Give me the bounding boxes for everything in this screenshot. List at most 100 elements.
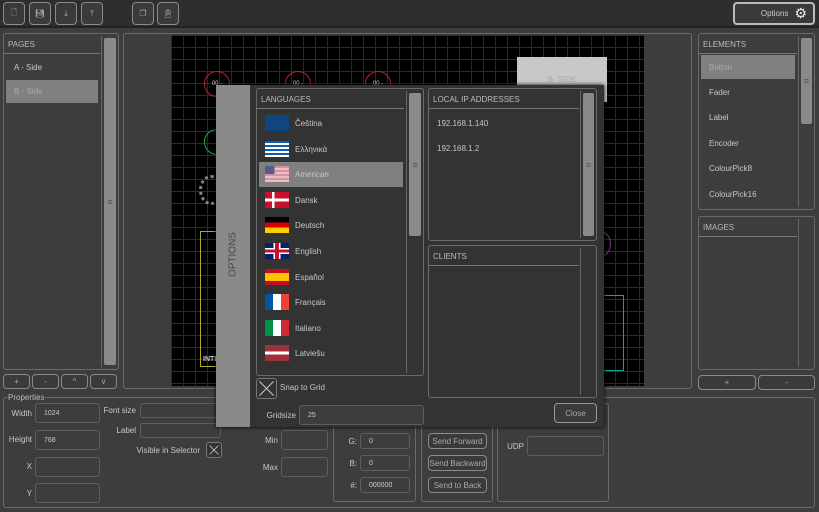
flag-icon <box>265 115 289 131</box>
element-item[interactable]: Label <box>701 106 795 129</box>
udp-label: UDP <box>507 442 524 451</box>
properties-title: Properties <box>7 393 46 402</box>
export-button[interactable]: ⤒ <box>81 2 103 25</box>
flag-icon <box>265 268 289 285</box>
pages-header: PAGES <box>4 34 100 54</box>
max-label: Max <box>262 463 278 472</box>
save-button[interactable]: 💾︎ <box>29 2 51 25</box>
b-input[interactable]: 0 <box>360 455 410 471</box>
elements-scrollbar[interactable]: ≡ <box>798 36 814 207</box>
language-item[interactable]: Italiano <box>259 316 403 341</box>
flag-icon <box>265 217 289 234</box>
flag-icon <box>265 191 289 208</box>
fontsize-input[interactable] <box>140 403 221 418</box>
g-label: G: <box>348 437 357 446</box>
snap-to-grid-label: Snap to Grid <box>280 383 325 392</box>
language-item[interactable]: Čeština <box>259 111 403 136</box>
languages-header: LANGUAGES <box>257 89 404 109</box>
import-button[interactable]: ⤓ <box>55 2 77 25</box>
x-label: X <box>26 462 32 471</box>
send-forward-button[interactable]: Send Forward <box>428 433 487 449</box>
element-item[interactable]: ColourPick16 <box>701 183 795 206</box>
flag-icon <box>265 243 289 259</box>
language-item[interactable]: Deutsch <box>259 213 403 238</box>
y-input[interactable] <box>35 483 100 503</box>
page-item[interactable]: A - Side <box>6 56 98 79</box>
clients-scrollbar[interactable] <box>580 248 596 395</box>
import-icon: ⤓ <box>64 8 68 18</box>
elements-header: ELEMENTS <box>699 34 797 54</box>
remove-image-button[interactable]: - <box>758 375 815 390</box>
add-page-button[interactable]: + <box>3 374 30 389</box>
options-side-tab[interactable]: OPTIONS <box>216 85 250 427</box>
new-file-button[interactable]: 🗋 <box>3 2 25 25</box>
clients-list: CLIENTS <box>428 245 597 398</box>
g-input[interactable]: 0 <box>360 433 410 449</box>
close-button[interactable]: Close <box>554 403 597 423</box>
options-button[interactable]: Options ⚙ <box>733 2 815 25</box>
element-item[interactable]: Encoder <box>701 132 795 155</box>
elements-panel: ELEMENTS Button Fader Label Encoder Colo… <box>698 33 815 210</box>
remove-page-button[interactable]: - <box>32 374 59 389</box>
snap-to-grid-checkbox[interactable] <box>256 378 277 399</box>
height-input[interactable]: 768 <box>35 430 100 450</box>
language-item[interactable]: English <box>259 239 403 264</box>
copy-icon: ❐ <box>139 9 147 18</box>
local-ip-list: LOCAL IP ADDRESSES 192.168.1.140 192.168… <box>428 88 597 241</box>
copy-button[interactable]: ❐ <box>132 2 154 25</box>
languages-list: LANGUAGES ≡ Čeština Ελληνικά American Dansk… <box>256 88 424 376</box>
hex-label: #: <box>350 481 357 490</box>
element-item[interactable]: Button <box>701 55 795 79</box>
flag-icon <box>265 294 289 311</box>
options-title: OPTIONS <box>227 232 239 278</box>
language-item[interactable]: Latviešu <box>259 341 403 366</box>
flag-icon <box>265 166 289 183</box>
x-input[interactable] <box>35 457 100 477</box>
language-item[interactable]: Español <box>259 265 403 290</box>
visible-checkbox[interactable] <box>206 442 222 458</box>
min-input[interactable] <box>281 430 328 450</box>
flag-icon <box>265 140 289 157</box>
language-item[interactable]: American <box>259 162 403 188</box>
move-page-up-button[interactable]: ^ <box>61 374 88 389</box>
clients-header: CLIENTS <box>429 246 579 266</box>
ip-item: 192.168.1.140 <box>437 119 489 128</box>
height-label: Height <box>8 435 32 444</box>
gridsize-input[interactable]: 25 <box>299 405 424 425</box>
toolbar: 🗋 💾︎ ⤓ ⤒ ❐ 📋︎ Options ⚙ <box>0 0 819 28</box>
y-label: Y <box>26 489 32 498</box>
udp-input[interactable] <box>527 436 604 456</box>
pages-scrollbar[interactable]: ≡ <box>101 36 118 367</box>
element-item[interactable]: ColourPick8 <box>701 157 795 180</box>
languages-scrollbar[interactable]: ≡ <box>406 91 423 373</box>
language-item[interactable]: Français <box>259 290 403 315</box>
page-item[interactable]: B - Side <box>6 80 98 103</box>
add-image-button[interactable]: + <box>698 375 756 390</box>
max-input[interactable] <box>281 457 328 477</box>
send-backward-button[interactable]: Send Backward <box>428 455 487 471</box>
options-label: Options <box>760 9 789 18</box>
language-item[interactable]: Ελληνικά <box>259 137 403 162</box>
images-header: IMAGES <box>699 217 797 237</box>
width-input[interactable]: 1024 <box>35 403 100 423</box>
language-item[interactable]: Dansk <box>259 188 403 213</box>
export-icon: ⤒ <box>90 8 94 18</box>
gear-icon: ⚙ <box>794 5 807 21</box>
images-panel: IMAGES <box>698 216 815 370</box>
label-input[interactable] <box>140 423 221 438</box>
min-label: Min <box>265 436 278 445</box>
move-page-down-button[interactable]: v <box>90 374 117 389</box>
images-scrollbar[interactable] <box>798 219 814 367</box>
label-label: Label <box>116 426 136 435</box>
visible-label: Visible in Selector <box>136 446 200 455</box>
paste-button[interactable]: 📋︎ <box>157 2 179 25</box>
fontsize-label: Font size <box>103 406 136 415</box>
hex-input[interactable]: 000000 <box>360 477 410 493</box>
save-icon: 💾︎ <box>34 9 46 18</box>
element-item[interactable]: Fader <box>701 81 795 104</box>
ip-scrollbar[interactable]: ≡ <box>580 91 596 238</box>
send-to-back-button[interactable]: Send to Back <box>428 477 487 493</box>
options-dialog: OPTIONS LANGUAGES ≡ Čeština Ελληνικά Ameri… <box>216 85 604 427</box>
paste-icon: 📋︎ <box>162 9 174 18</box>
new-file-icon: 🗋 <box>10 7 18 17</box>
